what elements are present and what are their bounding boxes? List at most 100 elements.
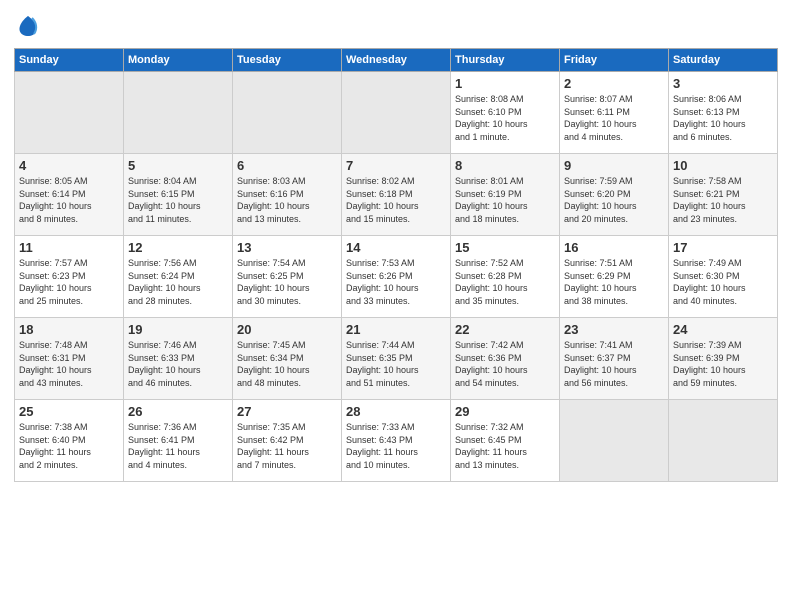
calendar-cell: 2Sunrise: 8:07 AM Sunset: 6:11 PM Daylig… — [560, 72, 669, 154]
calendar-cell — [233, 72, 342, 154]
day-info: Sunrise: 7:33 AM Sunset: 6:43 PM Dayligh… — [346, 421, 446, 471]
calendar-cell: 23Sunrise: 7:41 AM Sunset: 6:37 PM Dayli… — [560, 318, 669, 400]
calendar-cell: 19 Sunrise: 7:46 AM Sunset: 6:33 PM Dayli… — [124, 318, 233, 400]
day-info: Sunrise: 8:08 AM Sunset: 6:10 PM Dayligh… — [455, 93, 555, 143]
calendar-cell: 6Sunrise: 8:03 AM Sunset: 6:16 PM Daylig… — [233, 154, 342, 236]
calendar-cell: 24 Sunrise: 7:39 AM Sunset: 6:39 PM Dayli… — [669, 318, 778, 400]
day-info: Sunrise: 7:53 AM Sunset: 6:26 PM Dayligh… — [346, 257, 446, 307]
day-number: 24 — [673, 322, 773, 337]
calendar-cell: 27 Sunrise: 7:35 AM Sunset: 6:42 PM Dayli… — [233, 400, 342, 482]
day-info: Sunrise: 7:35 AM Sunset: 6:42 PM Dayligh… — [237, 421, 337, 471]
calendar-cell: 28 Sunrise: 7:33 AM Sunset: 6:43 PM Dayli… — [342, 400, 451, 482]
calendar-cell: 18 Sunrise: 7:48 AM Sunset: 6:31 PM Dayli… — [15, 318, 124, 400]
calendar-table: SundayMondayTuesdayWednesdayThursdayFrid… — [14, 48, 778, 482]
day-number: 3 — [673, 76, 773, 91]
calendar-cell — [560, 400, 669, 482]
day-number: 12 — [128, 240, 228, 255]
day-number: 15 — [455, 240, 555, 255]
day-header-saturday: Saturday — [669, 49, 778, 72]
day-number: 27 — [237, 404, 337, 419]
calendar-cell: 26 Sunrise: 7:36 AM Sunset: 6:41 PM Dayli… — [124, 400, 233, 482]
calendar-cell: 25 Sunrise: 7:38 AM Sunset: 6:40 PM Dayli… — [15, 400, 124, 482]
day-number: 19 — [128, 322, 228, 337]
day-info: Sunrise: 7:56 AM Sunset: 6:24 PM Dayligh… — [128, 257, 228, 307]
week-row-4: 25 Sunrise: 7:38 AM Sunset: 6:40 PM Dayli… — [15, 400, 778, 482]
day-number: 7 — [346, 158, 446, 173]
day-info: Sunrise: 7:52 AM Sunset: 6:28 PM Dayligh… — [455, 257, 555, 307]
day-info: Sunrise: 7:58 AM Sunset: 6:21 PM Dayligh… — [673, 175, 773, 225]
calendar-cell: 10 Sunrise: 7:58 AM Sunset: 6:21 PM Dayli… — [669, 154, 778, 236]
day-info: Sunrise: 8:06 AM Sunset: 6:13 PM Dayligh… — [673, 93, 773, 143]
calendar-cell: 16Sunrise: 7:51 AM Sunset: 6:29 PM Dayli… — [560, 236, 669, 318]
calendar-cell: 29Sunrise: 7:32 AM Sunset: 6:45 PM Dayli… — [451, 400, 560, 482]
day-number: 6 — [237, 158, 337, 173]
day-info: Sunrise: 7:32 AM Sunset: 6:45 PM Dayligh… — [455, 421, 555, 471]
day-number: 11 — [19, 240, 119, 255]
day-number: 8 — [455, 158, 555, 173]
week-row-2: 11Sunrise: 7:57 AM Sunset: 6:23 PM Dayli… — [15, 236, 778, 318]
day-number: 21 — [346, 322, 446, 337]
day-number: 13 — [237, 240, 337, 255]
calendar-cell: 3 Sunrise: 8:06 AM Sunset: 6:13 PM Daylig… — [669, 72, 778, 154]
calendar-cell: 13Sunrise: 7:54 AM Sunset: 6:25 PM Dayli… — [233, 236, 342, 318]
day-info: Sunrise: 7:46 AM Sunset: 6:33 PM Dayligh… — [128, 339, 228, 389]
calendar-cell: 14 Sunrise: 7:53 AM Sunset: 6:26 PM Dayli… — [342, 236, 451, 318]
calendar-cell: 17 Sunrise: 7:49 AM Sunset: 6:30 PM Dayli… — [669, 236, 778, 318]
day-header-sunday: Sunday — [15, 49, 124, 72]
day-info: Sunrise: 7:51 AM Sunset: 6:29 PM Dayligh… — [564, 257, 664, 307]
day-number: 26 — [128, 404, 228, 419]
day-number: 14 — [346, 240, 446, 255]
day-number: 1 — [455, 76, 555, 91]
calendar-cell — [342, 72, 451, 154]
day-number: 10 — [673, 158, 773, 173]
calendar-cell: 20 Sunrise: 7:45 AM Sunset: 6:34 PM Dayli… — [233, 318, 342, 400]
calendar-cell: 5 Sunrise: 8:04 AM Sunset: 6:15 PM Daylig… — [124, 154, 233, 236]
calendar-cell: 1 Sunrise: 8:08 AM Sunset: 6:10 PM Daylig… — [451, 72, 560, 154]
week-row-0: 1 Sunrise: 8:08 AM Sunset: 6:10 PM Daylig… — [15, 72, 778, 154]
day-number: 28 — [346, 404, 446, 419]
calendar-cell — [15, 72, 124, 154]
calendar-cell: 8 Sunrise: 8:01 AM Sunset: 6:19 PM Daylig… — [451, 154, 560, 236]
day-number: 18 — [19, 322, 119, 337]
day-number: 4 — [19, 158, 119, 173]
logo-icon — [14, 12, 42, 40]
calendar-cell: 11Sunrise: 7:57 AM Sunset: 6:23 PM Dayli… — [15, 236, 124, 318]
day-header-wednesday: Wednesday — [342, 49, 451, 72]
day-info: Sunrise: 7:49 AM Sunset: 6:30 PM Dayligh… — [673, 257, 773, 307]
header-row: SundayMondayTuesdayWednesdayThursdayFrid… — [15, 49, 778, 72]
day-number: 23 — [564, 322, 664, 337]
header — [14, 12, 778, 40]
day-info: Sunrise: 7:45 AM Sunset: 6:34 PM Dayligh… — [237, 339, 337, 389]
day-header-friday: Friday — [560, 49, 669, 72]
day-info: Sunrise: 7:36 AM Sunset: 6:41 PM Dayligh… — [128, 421, 228, 471]
day-number: 25 — [19, 404, 119, 419]
calendar-cell: 15 Sunrise: 7:52 AM Sunset: 6:28 PM Dayli… — [451, 236, 560, 318]
day-number: 22 — [455, 322, 555, 337]
week-row-1: 4 Sunrise: 8:05 AM Sunset: 6:14 PM Daylig… — [15, 154, 778, 236]
day-number: 20 — [237, 322, 337, 337]
day-number: 17 — [673, 240, 773, 255]
day-info: Sunrise: 8:04 AM Sunset: 6:15 PM Dayligh… — [128, 175, 228, 225]
day-header-thursday: Thursday — [451, 49, 560, 72]
calendar-cell — [124, 72, 233, 154]
day-info: Sunrise: 7:44 AM Sunset: 6:35 PM Dayligh… — [346, 339, 446, 389]
week-row-3: 18 Sunrise: 7:48 AM Sunset: 6:31 PM Dayli… — [15, 318, 778, 400]
day-number: 9 — [564, 158, 664, 173]
day-info: Sunrise: 7:48 AM Sunset: 6:31 PM Dayligh… — [19, 339, 119, 389]
calendar-cell — [669, 400, 778, 482]
calendar-cell: 21 Sunrise: 7:44 AM Sunset: 6:35 PM Dayli… — [342, 318, 451, 400]
day-header-tuesday: Tuesday — [233, 49, 342, 72]
day-number: 5 — [128, 158, 228, 173]
calendar-cell: 22Sunrise: 7:42 AM Sunset: 6:36 PM Dayli… — [451, 318, 560, 400]
calendar-cell: 12 Sunrise: 7:56 AM Sunset: 6:24 PM Dayli… — [124, 236, 233, 318]
logo — [14, 12, 46, 40]
calendar-container: SundayMondayTuesdayWednesdayThursdayFrid… — [0, 0, 792, 612]
calendar-cell: 4 Sunrise: 8:05 AM Sunset: 6:14 PM Daylig… — [15, 154, 124, 236]
calendar-cell: 7Sunrise: 8:02 AM Sunset: 6:18 PM Daylig… — [342, 154, 451, 236]
day-info: Sunrise: 7:39 AM Sunset: 6:39 PM Dayligh… — [673, 339, 773, 389]
calendar-cell: 9Sunrise: 7:59 AM Sunset: 6:20 PM Daylig… — [560, 154, 669, 236]
day-info: Sunrise: 7:38 AM Sunset: 6:40 PM Dayligh… — [19, 421, 119, 471]
day-info: Sunrise: 8:01 AM Sunset: 6:19 PM Dayligh… — [455, 175, 555, 225]
day-info: Sunrise: 8:05 AM Sunset: 6:14 PM Dayligh… — [19, 175, 119, 225]
day-header-monday: Monday — [124, 49, 233, 72]
